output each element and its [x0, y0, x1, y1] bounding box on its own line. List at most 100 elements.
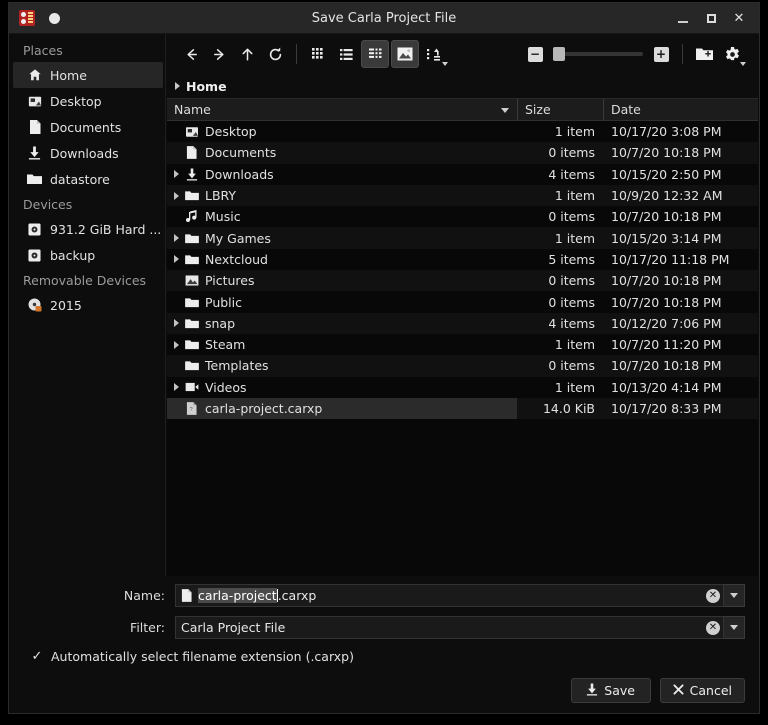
sidebar-item-label: Home [50, 67, 87, 83]
save-button-label: Save [604, 683, 635, 698]
expander-icon[interactable] [169, 234, 183, 242]
harddisk-icon [27, 222, 42, 237]
column-header-size[interactable]: Size [517, 99, 603, 120]
column-header-date[interactable]: Date [603, 99, 758, 120]
breadcrumb-home[interactable]: Home [186, 79, 227, 94]
close-x-icon [673, 683, 684, 698]
expander-icon[interactable] [169, 255, 183, 263]
breadcrumb-arrow-icon[interactable] [175, 82, 180, 90]
expander-icon[interactable] [169, 383, 183, 391]
sidebar-item-datastore[interactable]: datastore [13, 166, 163, 192]
filename-selected-text: carla-project [198, 588, 277, 603]
minimize-icon[interactable] [675, 10, 691, 26]
up-icon[interactable] [234, 41, 260, 67]
zoom-in-icon[interactable]: + [648, 41, 674, 67]
sort-icon[interactable] [421, 41, 448, 67]
dialog-footer: Name: carla-project.carxp ✕ Filter: Carl… [9, 576, 759, 713]
sidebar-item-2015[interactable]: 2015 [13, 292, 163, 318]
table-row[interactable]: My Games 1 item 10/15/20 3:14 PM [167, 227, 758, 249]
table-row[interactable]: Public 0 items 10/7/20 10:18 PM [167, 291, 758, 312]
cancel-button[interactable]: Cancel [659, 678, 745, 703]
file-date-cell: 10/15/20 3:14 PM [611, 230, 722, 246]
close-icon[interactable]: ✕ [731, 10, 747, 26]
zoom-in-glyph: + [653, 46, 669, 62]
table-row[interactable]: Downloads 4 items 10/15/20 2:50 PM [167, 164, 758, 185]
expander-icon[interactable] [169, 170, 183, 178]
file-size-cell: 1 item [554, 379, 595, 395]
new-folder-icon[interactable] [691, 41, 717, 67]
music-icon [183, 210, 200, 223]
zoom-out-icon[interactable]: − [522, 41, 548, 67]
table-row[interactable]: Desktop 1 item 10/17/20 3:08 PM [167, 121, 758, 142]
file-date-cell: 10/17/20 8:33 PM [611, 401, 722, 416]
save-button[interactable]: Save [570, 678, 651, 703]
table-row[interactable]: Steam 1 item 10/7/20 11:20 PM [167, 334, 758, 355]
pictures-icon [183, 275, 200, 286]
auto-extension-checkbox-row[interactable]: ✓ Automatically select filename extensio… [31, 649, 745, 664]
filter-dropdown-button[interactable] [724, 616, 745, 639]
detail-view-icon[interactable] [361, 40, 389, 68]
table-row[interactable]: Music 0 items 10/7/20 10:18 PM [167, 206, 758, 227]
list-view-icon[interactable] [333, 41, 359, 67]
sidebar-item-desktop[interactable]: Desktop [13, 88, 163, 114]
table-row[interactable]: snap 4 items 10/12/20 7:06 PM [167, 312, 758, 334]
file-name-cell: Documents [167, 142, 517, 163]
file-size-cell: 1 item [554, 337, 595, 353]
table-row[interactable]: Videos 1 item 10/13/20 4:14 PM [167, 377, 758, 398]
window-menu-dot-icon[interactable] [49, 12, 60, 24]
icon-view-icon[interactable] [305, 41, 331, 67]
sidebar-heading-devices: Devices [23, 197, 73, 212]
clear-filename-button[interactable]: ✕ [706, 588, 720, 603]
gear-icon[interactable] [719, 41, 746, 67]
clear-filter-button[interactable]: ✕ [706, 620, 720, 635]
toolbar-separator [296, 44, 297, 64]
filter-input[interactable]: Carla Project File ✕ [175, 616, 724, 639]
sidebar-item-home[interactable]: Home [13, 62, 163, 88]
sidebar-item-backup[interactable]: backup [13, 242, 163, 268]
preview-icon[interactable] [391, 40, 419, 68]
file-name-cell: Downloads [167, 164, 517, 185]
sidebar-item-downloads[interactable]: Downloads [13, 140, 163, 166]
zoom-slider-handle[interactable] [553, 47, 565, 61]
file-name-label: snap [205, 315, 236, 331]
expander-icon[interactable] [169, 319, 183, 327]
zoom-slider[interactable] [553, 47, 643, 61]
window-title: Save Carla Project File [311, 10, 457, 26]
table-row[interactable]: Pictures 0 items 10/7/20 10:18 PM [167, 270, 758, 292]
back-icon[interactable] [178, 41, 204, 67]
expander-icon[interactable] [169, 341, 183, 349]
file-name-label: Pictures [205, 273, 255, 289]
folder-icon [183, 318, 200, 329]
sidebar-heading-removable: Removable Devices [23, 273, 147, 288]
folder-icon [183, 233, 200, 244]
filename-input[interactable]: carla-project.carxp ✕ [175, 584, 724, 607]
sidebar-item-hard-disk[interactable]: 931.2 GiB Hard ... [13, 216, 163, 242]
cancel-button-label: Cancel [689, 683, 732, 698]
save-dialog-window: Save Carla Project File ✕ Places Home De… [8, 2, 760, 714]
reload-icon[interactable] [262, 41, 288, 67]
filter-label: Filter: [130, 620, 165, 635]
folder-icon [183, 360, 200, 371]
file-name-cell: Public [167, 291, 517, 312]
sidebar-item-documents[interactable]: Documents [13, 114, 163, 140]
table-row[interactable]: Documents 0 items 10/7/20 10:18 PM [167, 142, 758, 164]
file-size-cell: 0 items [548, 294, 595, 310]
checkbox-checked-icon[interactable]: ✓ [31, 650, 43, 663]
maximize-icon[interactable] [703, 10, 719, 26]
table-row[interactable]: LBRY 1 item 10/9/20 12:32 AM [167, 184, 758, 207]
filename-dropdown-button[interactable] [724, 584, 745, 607]
table-row[interactable]: ? carla-project.carxp 14.0 KiB 10/17/20 … [167, 397, 758, 420]
chevron-down-icon[interactable] [442, 62, 448, 66]
file-name-label: My Games [205, 230, 271, 246]
file-date-cell: 10/7/20 10:18 PM [611, 358, 722, 374]
chevron-down-icon[interactable] [740, 62, 746, 66]
forward-icon[interactable] [206, 41, 232, 67]
column-header-name[interactable]: Name [167, 99, 517, 120]
expander-icon[interactable] [169, 192, 183, 200]
sidebar-item-label: Downloads [50, 145, 119, 161]
window-controls: ✕ [675, 10, 759, 26]
file-name-label: Downloads [205, 166, 274, 182]
sidebar-item-label: 2015 [50, 297, 82, 313]
table-row[interactable]: Nextcloud 5 items 10/17/20 11:18 PM [167, 249, 758, 270]
table-row[interactable]: Templates 0 items 10/7/20 10:18 PM [167, 355, 758, 377]
